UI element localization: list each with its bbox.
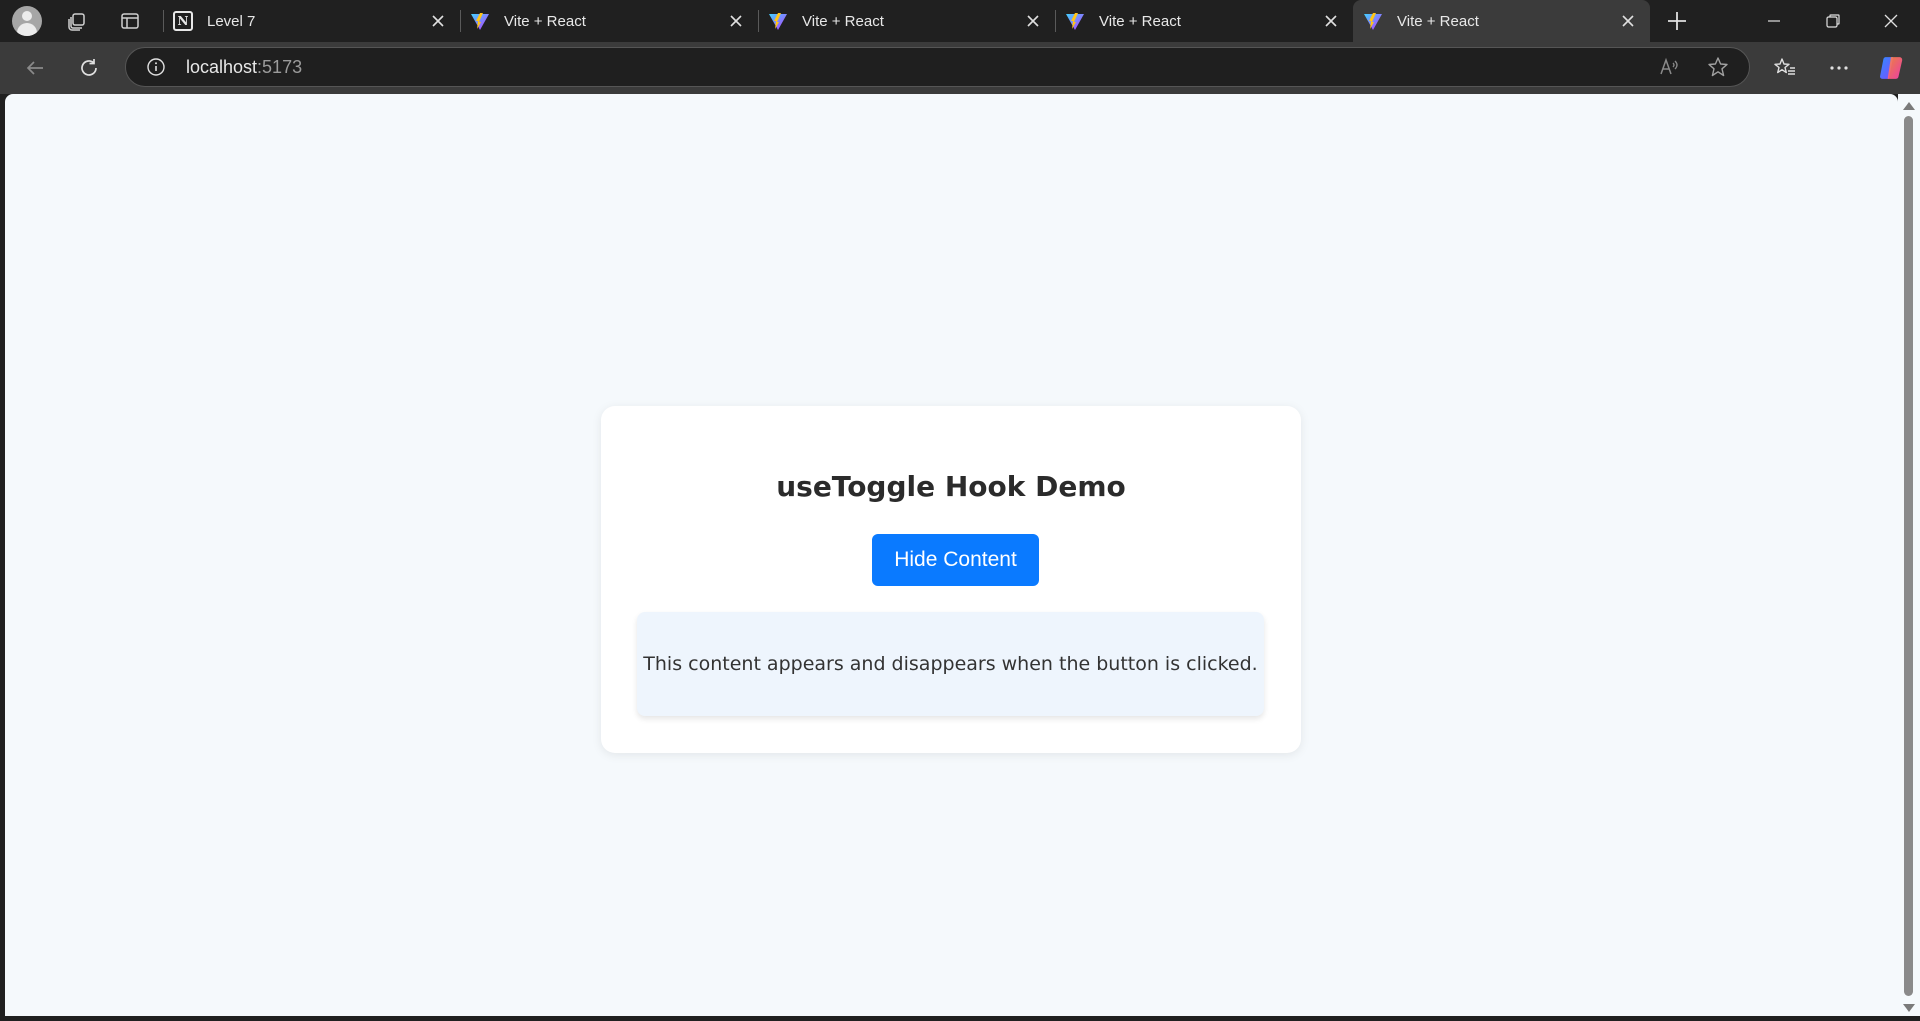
hide-content-button[interactable]: Hide Content [872, 534, 1039, 586]
tab-vite-react[interactable]: Vite + React [460, 0, 758, 42]
url-text[interactable]: localhost:5173 [186, 57, 302, 78]
profile-avatar[interactable] [12, 6, 42, 36]
settings-more-button[interactable] [1823, 52, 1855, 84]
page-scrollbar[interactable] [1898, 94, 1920, 1016]
vite-icon [769, 13, 787, 30]
tab-vite-react-active[interactable]: Vite + React [1353, 0, 1650, 42]
read-aloud-icon[interactable] [1659, 56, 1681, 78]
page-title: useToggle Hook Demo [776, 470, 1126, 503]
tab-level-7[interactable]: N Level 7 [163, 0, 460, 42]
more-dots-icon [1830, 66, 1848, 70]
url-port: :5173 [257, 57, 303, 77]
demo-card: useToggle Hook Demo Hide Content This co… [601, 406, 1301, 753]
vertical-tabs-icon[interactable] [117, 8, 143, 34]
close-icon[interactable] [1620, 13, 1636, 29]
tab-vite-react[interactable]: Vite + React [758, 0, 1055, 42]
workspaces-icon[interactable] [64, 8, 90, 34]
close-window-button[interactable] [1862, 0, 1920, 42]
notion-icon: N [173, 11, 193, 31]
tab-title: Vite + React [504, 12, 586, 30]
tab-title: Vite + React [1397, 12, 1479, 30]
copilot-icon [1880, 57, 1903, 79]
scroll-down-arrow-icon[interactable] [1903, 1004, 1915, 1012]
address-bar[interactable]: localhost:5173 [125, 47, 1750, 87]
scroll-up-arrow-icon[interactable] [1903, 102, 1915, 110]
refresh-icon [81, 59, 97, 76]
copilot-button[interactable] [1876, 52, 1908, 84]
toggle-content-text: This content appears and disappears when… [643, 653, 1258, 675]
vite-icon [1066, 13, 1084, 30]
close-icon[interactable] [1025, 13, 1041, 29]
vite-icon [471, 13, 489, 30]
restore-icon [1826, 14, 1840, 28]
scrollbar-thumb[interactable] [1904, 116, 1913, 996]
back-button[interactable] [19, 52, 51, 84]
close-icon[interactable] [728, 13, 744, 29]
tab-title: Vite + React [1099, 12, 1181, 30]
tab-strip: N Level 7 Vite + React Vite + React Vite… [0, 0, 1920, 42]
window-bottom-border [0, 1016, 1920, 1021]
new-tab-icon[interactable] [1665, 9, 1689, 33]
minimize-button[interactable] [1745, 0, 1803, 42]
favorites-button[interactable] [1769, 52, 1801, 84]
toggle-content-box: This content appears and disappears when… [637, 612, 1264, 716]
browser-toolbar: localhost:5173 [0, 42, 1920, 94]
page-viewport: useToggle Hook Demo Hide Content This co… [5, 94, 1898, 1016]
url-host: localhost [186, 57, 258, 77]
favorites-list-icon [1774, 58, 1795, 75]
back-arrow-icon [26, 61, 43, 75]
favorite-star-icon[interactable] [1707, 56, 1729, 78]
refresh-button[interactable] [73, 52, 105, 84]
close-icon[interactable] [1323, 13, 1339, 29]
tab-vite-react[interactable]: Vite + React [1055, 0, 1353, 42]
vite-icon [1364, 13, 1382, 30]
tab-title: Vite + React [802, 12, 884, 30]
close-icon [1884, 14, 1898, 28]
site-info-icon[interactable] [146, 57, 166, 77]
close-icon[interactable] [430, 13, 446, 29]
restore-button[interactable] [1804, 0, 1862, 42]
tab-title: Level 7 [207, 12, 256, 30]
minimize-icon [1768, 20, 1780, 22]
